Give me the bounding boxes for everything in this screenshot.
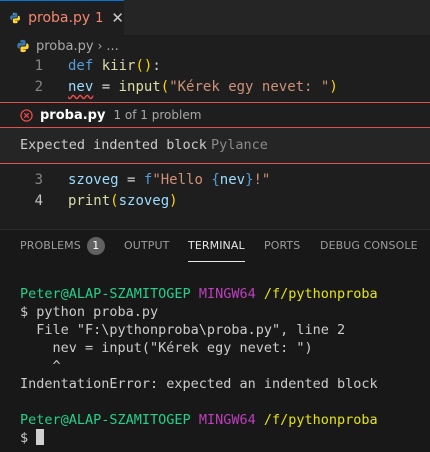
code-token: "Hello xyxy=(152,172,212,188)
terminal-error-line: IndentationError: expected an indented b… xyxy=(20,376,378,392)
error-circle-icon xyxy=(20,108,33,122)
code-text[interactable]: print(szoveg) xyxy=(68,191,178,212)
code-token: szoveg xyxy=(68,172,119,188)
terminal-trace-line: nev = input("Kérek egy nevet: ") xyxy=(20,340,313,356)
prompt-path: /f/pythonproba xyxy=(263,412,378,428)
tab-filename: proba.py xyxy=(28,10,91,26)
code-token: : xyxy=(152,58,161,74)
terminal-cursor xyxy=(36,429,45,445)
code-token: input xyxy=(118,79,161,95)
code-token: !" xyxy=(253,172,271,188)
chevron-right-icon: › xyxy=(97,39,103,53)
tab-output-label: OUTPUT xyxy=(124,239,170,252)
terminal-trace-line: ^ xyxy=(20,358,61,374)
code-token: ( xyxy=(110,193,119,209)
code-token: ) xyxy=(329,79,338,95)
problem-source: Pylance xyxy=(210,137,268,153)
code-token: ( xyxy=(160,79,170,95)
code-token: szoveg xyxy=(118,193,170,209)
prompt-env: MINGW64 xyxy=(198,286,256,302)
code-line[interactable]: 2 nev = input("Kérek egy nevet: ") xyxy=(0,77,430,98)
tab-output[interactable]: OUTPUT xyxy=(124,230,169,262)
tab-ports[interactable]: PORTS xyxy=(264,230,300,262)
code-token: kiir xyxy=(101,58,136,74)
line-number: 2 xyxy=(34,79,43,95)
terminal-prompt-line: Peter@ALAP-SZAMITOGEP MINGW64 /f/pythonp… xyxy=(20,411,378,429)
close-icon[interactable]: ✕ xyxy=(111,10,124,26)
line-number: 1 xyxy=(34,58,43,74)
problems-badge: 1 xyxy=(86,237,105,255)
tab-debug-console[interactable]: DEBUG CONSOLE xyxy=(320,230,418,262)
prompt-path: /f/pythonproba xyxy=(263,286,378,302)
code-token: } xyxy=(245,172,254,188)
terminal-command-line: $ python proba.py xyxy=(20,304,159,320)
code-line[interactable]: 1 def kiir(): xyxy=(0,56,430,77)
terminal-prompt-line: Peter@ALAP-SZAMITOGEP MINGW64 /f/pythonp… xyxy=(20,285,378,303)
tab-terminal[interactable]: TERMINAL xyxy=(188,230,245,262)
panel-tabs: PROBLEMS 1 OUTPUT TERMINAL PORTS DEBUG CO… xyxy=(0,230,430,262)
bottom-panel: PROBLEMS 1 OUTPUT TERMINAL PORTS DEBUG CO… xyxy=(0,229,430,452)
prompt-symbol: $ xyxy=(20,430,37,446)
problem-message: Expected indented block xyxy=(20,137,207,153)
terminal-trace-line: File "F:\pythonproba\proba.py", line 2 xyxy=(20,322,346,338)
peek-problem-body: Expected indented block Pylance xyxy=(0,128,430,164)
code-token: nev xyxy=(68,79,94,95)
code-token: def xyxy=(68,58,94,74)
code-text[interactable]: nev = input("Kérek egy nevet: ") xyxy=(68,77,338,98)
code-token: = xyxy=(118,172,144,188)
peek-filename[interactable]: proba.py xyxy=(40,108,105,123)
python-file-icon xyxy=(17,39,29,53)
python-file-icon xyxy=(10,12,21,24)
tab-problems[interactable]: PROBLEMS 1 xyxy=(20,230,105,262)
tab-terminal-label: TERMINAL xyxy=(188,239,245,252)
tab-problem-count: 1 xyxy=(95,10,104,26)
tab-debug-console-label: DEBUG CONSOLE xyxy=(320,239,418,252)
prompt-user: Peter@ALAP-SZAMITOGEP xyxy=(20,412,191,428)
code-token: print xyxy=(68,193,111,209)
code-text[interactable]: szoveg = f"Hello {nev}!" xyxy=(68,170,270,191)
code-token: nev xyxy=(219,172,246,188)
code-line[interactable]: 3 szoveg = f"Hello {nev}!" xyxy=(0,170,430,191)
code-token: ) xyxy=(169,193,178,209)
code-text[interactable]: def kiir(): xyxy=(68,56,161,77)
tab-ports-label: PORTS xyxy=(264,239,301,252)
code-token: "Kérek egy nevet: " xyxy=(169,79,330,95)
terminal-input-line[interactable]: $ xyxy=(20,429,45,447)
tab-problems-label: PROBLEMS xyxy=(20,239,81,252)
prompt-user: Peter@ALAP-SZAMITOGEP xyxy=(20,286,191,302)
line-number: 3 xyxy=(34,172,43,188)
editor-tab-bar: proba.py 1 ✕ xyxy=(0,0,430,35)
peek-problem-header: proba.py 1 of 1 problem xyxy=(0,102,430,128)
code-token: = xyxy=(93,79,119,95)
prompt-env: MINGW64 xyxy=(198,412,256,428)
breadcrumb: proba.py › ... xyxy=(0,35,430,57)
code-token: () xyxy=(135,58,153,74)
tab-proba-py[interactable]: proba.py 1 ✕ xyxy=(0,0,124,35)
code-token: { xyxy=(211,172,220,188)
breadcrumb-symbols[interactable]: ... xyxy=(106,39,118,54)
peek-problem-count: 1 of 1 problem xyxy=(113,108,202,122)
line-number: 4 xyxy=(34,193,43,209)
code-line[interactable]: 4 print(szoveg) xyxy=(0,191,430,212)
breadcrumb-file[interactable]: proba.py xyxy=(36,39,94,54)
